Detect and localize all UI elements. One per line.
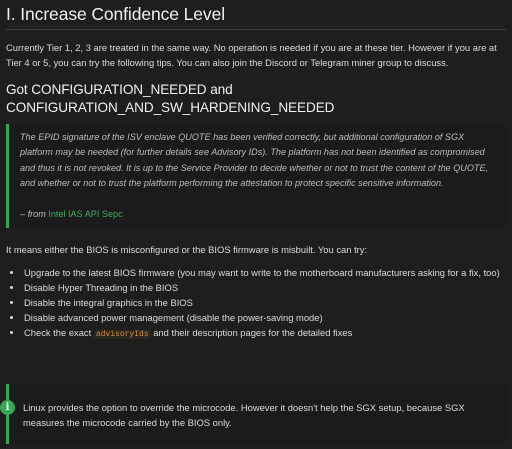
- intro-paragraph: Currently Tier 1, 2, 3 are treated in th…: [6, 42, 497, 68]
- list-item-text: Check the exact: [24, 327, 94, 339]
- tips-list: Upgrade to the latest BIOS firmware (you…: [6, 265, 506, 342]
- subsection-heading-line1: Got CONFIGURATION_NEEDED and: [6, 82, 233, 97]
- quote-from-prefix: – from: [20, 209, 49, 220]
- info-callout-text: Linux provides the option to override th…: [23, 402, 465, 428]
- advisory-ids-code: advisoryIds: [93, 330, 151, 340]
- info-callout: i Linux provides the option to override …: [0, 384, 506, 444]
- heading-divider: [6, 29, 506, 30]
- info-icon: i: [0, 400, 15, 415]
- subsection-heading-line2: CONFIGURATION_AND_SW_HARDENING_NEEDED: [6, 99, 335, 115]
- list-item-text: and their description pages for the deta…: [150, 327, 353, 339]
- list-item: Disable the integral graphics in the BIO…: [23, 295, 506, 310]
- intel-ias-api-link[interactable]: Intel IAS API Sepc: [48, 209, 122, 219]
- body-paragraph: It means either the BIOS is misconfigure…: [6, 244, 368, 256]
- quote-attribution: – from Intel IAS API Sepc: [20, 207, 498, 226]
- subsection-heading: Got CONFIGURATION_NEEDED and CONFIGURATI…: [6, 81, 506, 116]
- quote-text: The EPID signature of the ISV enclave QU…: [20, 132, 489, 188]
- list-item: Check the exact advisoryIds and their de…: [23, 325, 506, 342]
- section-heading: I. Increase Confidence Level: [6, 4, 226, 24]
- list-item: Upgrade to the latest BIOS firmware (you…: [23, 265, 506, 280]
- list-item: Disable advanced power management (disab…: [23, 310, 506, 325]
- blockquote: The EPID signature of the ISV enclave QU…: [6, 124, 506, 229]
- document-page: I. Increase Confidence Level Currently T…: [0, 0, 512, 449]
- list-item: Disable Hyper Threading in the BIOS: [23, 280, 506, 295]
